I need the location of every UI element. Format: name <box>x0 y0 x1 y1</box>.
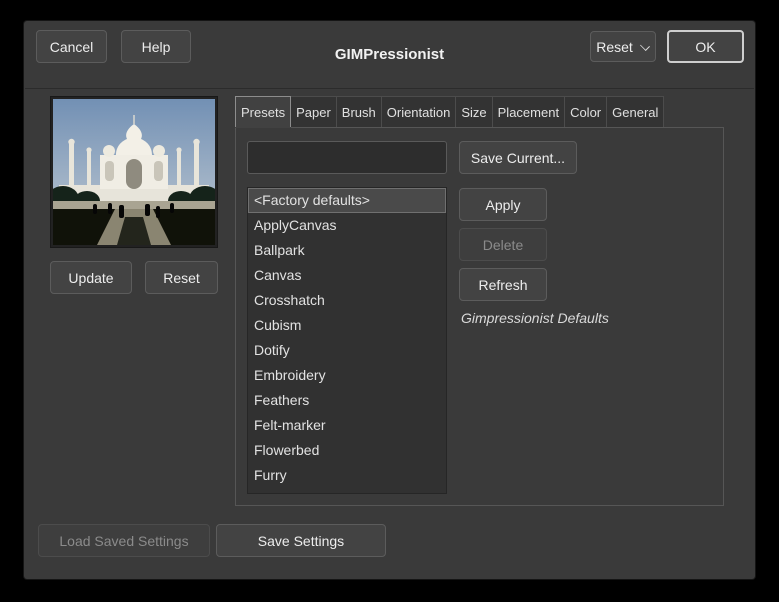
update-button[interactable]: Update <box>50 261 132 294</box>
preset-list-item[interactable]: ApplyCanvas <box>248 213 446 238</box>
delete-button[interactable]: Delete <box>459 228 547 261</box>
preset-description: Gimpressionist Defaults <box>461 310 609 326</box>
chevron-down-icon <box>640 42 650 51</box>
notebook: Presets Paper Brush Orientation Size Placemen… <box>235 96 724 506</box>
preset-name-input[interactable] <box>247 141 447 174</box>
presets-panel: Save Current... <Factory defaults> ApplyC… <box>235 127 724 506</box>
tab-brush[interactable]: Brush <box>335 96 382 127</box>
preset-list-item[interactable]: Crosshatch <box>248 288 446 313</box>
preset-list-item[interactable]: Furry <box>248 463 446 488</box>
refresh-button[interactable]: Refresh <box>459 268 547 301</box>
tab-color[interactable]: Color <box>564 96 608 127</box>
taj-mahal-preview-image <box>53 99 215 245</box>
preset-list-item[interactable]: Embroidery <box>248 363 446 388</box>
preset-list-item[interactable]: <Factory defaults> <box>248 188 446 213</box>
tab-bar: Presets Paper Brush Orientation Size Placemen… <box>235 96 724 127</box>
reset-dropdown-label: Reset <box>596 38 633 55</box>
preset-list-item[interactable]: Dotify <box>248 338 446 363</box>
tab-placement[interactable]: Placement <box>491 96 566 127</box>
presets-list: <Factory defaults> ApplyCanvas Ballpark Can… <box>247 187 447 494</box>
save-current-button[interactable]: Save Current... <box>459 141 577 174</box>
header-separator <box>25 88 754 89</box>
tab-paper[interactable]: Paper <box>290 96 337 127</box>
preset-list-item[interactable]: Flowerbed <box>248 438 446 463</box>
preview-frame <box>50 96 218 248</box>
preview-reset-button[interactable]: Reset <box>145 261 218 294</box>
load-saved-settings-button[interactable]: Load Saved Settings <box>38 524 210 557</box>
preset-list-item[interactable]: Cubism <box>248 313 446 338</box>
reset-dropdown[interactable]: Reset <box>590 31 656 62</box>
tab-size[interactable]: Size <box>455 96 493 127</box>
preset-list-item[interactable]: Felt-marker <box>248 413 446 438</box>
tab-general[interactable]: General <box>606 96 665 127</box>
save-settings-button[interactable]: Save Settings <box>216 524 386 557</box>
tab-orientation[interactable]: Orientation <box>380 96 457 127</box>
preset-list-item[interactable]: Canvas <box>248 263 446 288</box>
preset-list-item[interactable]: Ballpark <box>248 238 446 263</box>
preset-list-item[interactable]: Feathers <box>248 388 446 413</box>
apply-button[interactable]: Apply <box>459 188 547 221</box>
tab-presets[interactable]: Presets <box>235 96 292 127</box>
ok-button[interactable]: OK <box>667 30 744 63</box>
gimpressionist-dialog: Cancel Help GIMPressionist Reset OK Upda… <box>24 21 755 579</box>
